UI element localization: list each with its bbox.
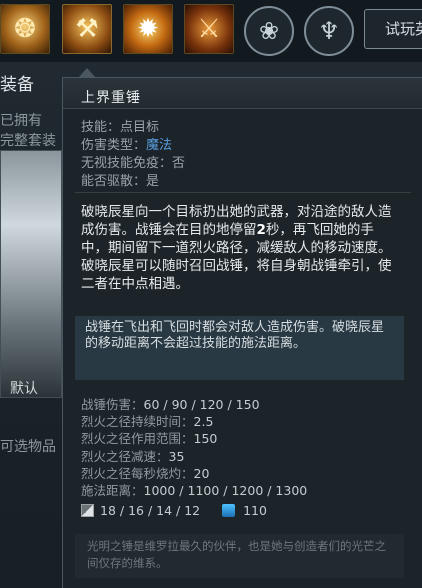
stat-dispel: 能否驱散：是 bbox=[81, 174, 160, 189]
ability-description: 破晓辰星向一个目标扔出她的武器，对沿途的敌人造成伤害。战锤会在目的地停留2秒，再… bbox=[81, 204, 392, 292]
value-row: 施法距离：1000 / 1100 / 1200 / 1300 bbox=[81, 483, 308, 499]
ability-1-icon[interactable]: ❂ bbox=[0, 4, 50, 54]
ability-3-sun-icon[interactable]: ✹ bbox=[123, 4, 173, 54]
stat-ability: 技能：点目标 bbox=[81, 120, 160, 135]
mana-icon bbox=[222, 504, 236, 517]
ability-notes: 战锤在飞出和飞回时都会对敌人造成伤害。破晓辰星的移动距离不会超过技能的施法距离。 bbox=[75, 316, 404, 380]
ability-stats: 技能：点目标 伤害类型：魔法 无视技能免疫：否 能否驱散：是 bbox=[81, 119, 185, 191]
ability-2-hammer-icon[interactable]: ⚒ bbox=[62, 4, 112, 54]
cooldown-icon bbox=[81, 504, 94, 517]
stat-immunity: 无视技能免疫：否 bbox=[81, 156, 186, 171]
default-label: 默认 bbox=[10, 381, 38, 397]
collected-set-text: 完整套装 bbox=[0, 133, 56, 149]
owned-text: 已拥有 bbox=[0, 113, 42, 129]
value-row: 烈火之径持续时间：2.5 bbox=[81, 414, 214, 430]
value-row: 战锤伤害：60 / 90 / 120 / 150 bbox=[81, 397, 260, 412]
ability-lore: 光明之锤是维罗拉最久的伙伴，也是她与创造者们的光芒之间仅存的维系。 bbox=[75, 534, 404, 578]
value-row: 烈火之径每秒烧灼：20 bbox=[81, 465, 210, 481]
stat-damage-type: 伤害类型：魔法 bbox=[81, 138, 173, 153]
aghanim-icon[interactable]: ♆ bbox=[304, 6, 354, 56]
ability-title: 上界重锤 bbox=[81, 90, 141, 106]
mana-cost-value: 110 bbox=[243, 503, 267, 518]
ability-values: 战锤伤害：60 / 90 / 120 / 150 烈火之径持续时间：2.5 烈火… bbox=[81, 396, 307, 499]
ability-tooltip: 上界重锤 技能：点目标 伤害类型：魔法 无视技能免疫：否 能否驱散：是 破晓辰星… bbox=[62, 77, 422, 588]
ability-4-hammer-fire-icon[interactable]: ⚔ bbox=[184, 4, 234, 54]
cooldown-value: 18 / 16 / 14 / 12 bbox=[100, 503, 201, 518]
optional-items-label: 可选物品 bbox=[0, 439, 56, 455]
hero-portrait[interactable] bbox=[0, 150, 62, 398]
talent-tree-icon[interactable]: ❀ bbox=[244, 6, 294, 56]
cost-row: 18 / 16 / 14 / 12 110 bbox=[81, 503, 267, 521]
try-hero-button[interactable]: 试玩英 bbox=[364, 9, 422, 49]
value-row: 烈火之径减速：35 bbox=[81, 448, 185, 464]
ability-bar: ❂ ⚒ ✹ ⚔ ❀ ♆ 试玩英 bbox=[0, 0, 422, 62]
divider bbox=[75, 192, 411, 193]
equipment-title: 装备 bbox=[0, 75, 34, 95]
value-row: 烈火之径作用范围：150 bbox=[81, 431, 218, 447]
